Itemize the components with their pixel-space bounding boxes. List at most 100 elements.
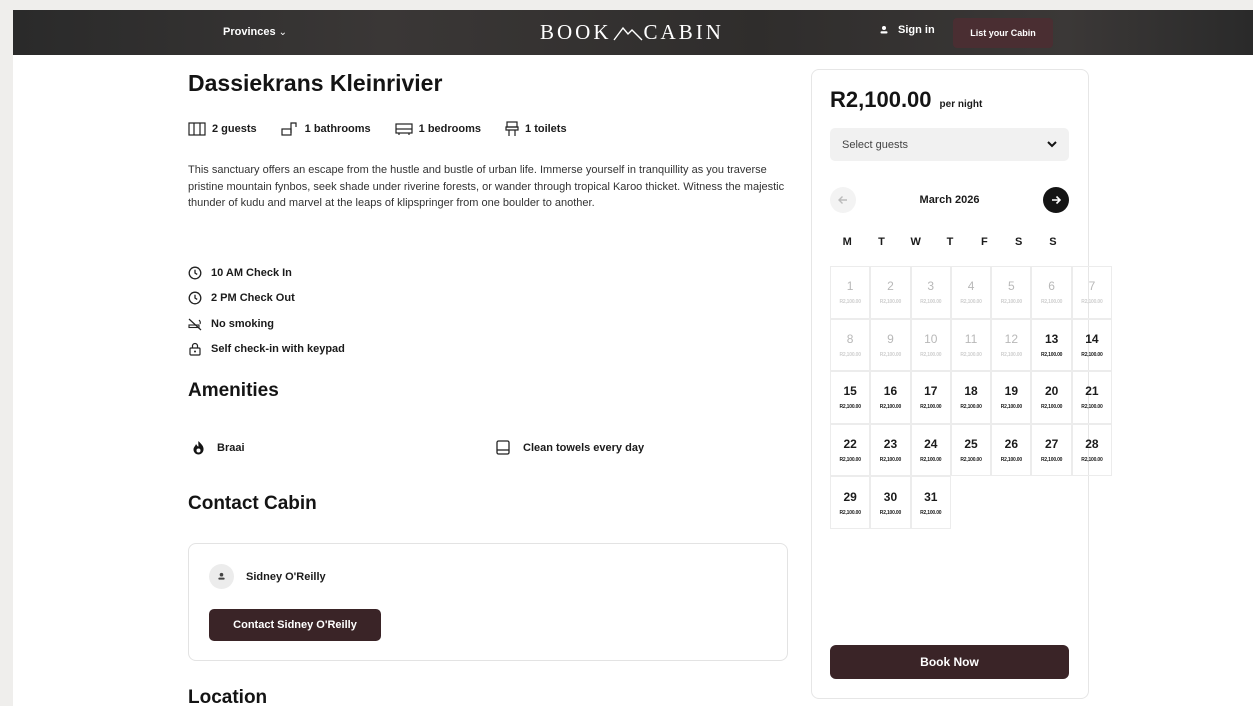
calendar-day-number: 13 xyxy=(1044,331,1059,346)
brand-logo[interactable]: BOOK CABIN xyxy=(540,20,724,45)
calendar-day[interactable]: 21 R2,100.00 xyxy=(1071,371,1113,424)
stat-bedrooms: 1 bedrooms xyxy=(395,121,481,137)
bed-icon xyxy=(395,123,413,135)
calendar-day[interactable]: 16 R2,100.00 xyxy=(870,371,911,424)
flame-icon xyxy=(193,441,204,455)
rule-check-out: 2 PM Check Out xyxy=(188,286,345,312)
guests-select[interactable]: Select guests xyxy=(830,128,1069,161)
calendar-day[interactable]: 25 R2,100.00 xyxy=(950,423,992,477)
calendar-day-number: 9 xyxy=(887,331,894,346)
stat-bathrooms: 1 bathrooms xyxy=(281,121,371,137)
calendar-day: 8 R2,100.00 xyxy=(830,318,871,372)
calendar-weekdays: M T W T F S S xyxy=(830,236,1070,248)
calendar-day-price: R2,100.00 xyxy=(1081,299,1103,306)
calendar-day-price: R2,100.00 xyxy=(879,351,902,358)
amenity-braai-label: Braai xyxy=(217,441,245,454)
calendar-day[interactable]: 30 R2,100.00 xyxy=(870,476,911,529)
calendar-day-number: 18 xyxy=(964,384,978,399)
calendar-day-price: R2,100.00 xyxy=(1081,404,1103,411)
calendar-day-number: 31 xyxy=(924,489,938,504)
calendar-day-price: R2,100.00 xyxy=(1000,457,1022,464)
lock-icon xyxy=(189,343,201,356)
contact-card: Sidney O'Reilly Contact Sidney O'Reilly xyxy=(188,543,788,661)
calendar-day-price: R2,100.00 xyxy=(1000,299,1022,306)
calendar-day-number: 2 xyxy=(887,279,894,294)
weekday-label: M xyxy=(842,236,852,248)
calendar-day[interactable]: 17 R2,100.00 xyxy=(910,371,951,424)
amenities-heading: Amenities xyxy=(188,380,279,401)
house-rules: 10 AM Check In 2 PM Check Out No smoking… xyxy=(188,260,345,362)
calendar-day[interactable]: 13 R2,100.00 xyxy=(1031,318,1072,372)
calendar-day[interactable]: 27 R2,100.00 xyxy=(1031,423,1072,477)
calendar-day-number: 17 xyxy=(924,384,938,399)
calendar-day-number: 27 xyxy=(1044,437,1059,452)
weekday-label: F xyxy=(980,236,988,248)
calendar-day-number: 28 xyxy=(1085,437,1099,452)
chevron-down-icon xyxy=(1047,141,1057,148)
user-icon xyxy=(880,26,888,34)
calendar-day-price: R2,100.00 xyxy=(1000,404,1022,411)
calendar-day-price: R2,100.00 xyxy=(1040,457,1063,464)
calendar-day-price: R2,100.00 xyxy=(1040,299,1063,306)
page: Provinces ⌄ BOOK CABIN Sign in List your … xyxy=(13,10,1253,706)
calendar-day[interactable]: 23 R2,100.00 xyxy=(870,423,911,477)
contact-heading: Contact Cabin xyxy=(188,493,317,514)
calendar-day[interactable]: 15 R2,100.00 xyxy=(830,371,871,424)
calendar-day[interactable]: 24 R2,100.00 xyxy=(910,423,951,477)
stat-toilets: 1 toilets xyxy=(505,121,567,137)
calendar-day-number: 14 xyxy=(1085,331,1099,346)
next-month-button[interactable] xyxy=(1043,187,1069,213)
calendar-day-price: R2,100.00 xyxy=(920,404,942,411)
calendar-day-number: 1 xyxy=(846,279,854,294)
calendar-day-number: 7 xyxy=(1088,279,1096,294)
list-your-cabin-button[interactable]: List your Cabin xyxy=(953,18,1053,48)
calendar-day: 12 R2,100.00 xyxy=(991,318,1032,372)
stat-toilets-label: 1 toilets xyxy=(525,123,567,135)
logo-text-right: CABIN xyxy=(643,20,724,44)
host-name: Sidney O'Reilly xyxy=(246,570,326,583)
price-display: R2,100.00 per night xyxy=(830,87,982,113)
calendar-day[interactable]: 26 R2,100.00 xyxy=(991,423,1032,477)
calendar-day-number: 23 xyxy=(883,437,898,452)
sign-in-link[interactable]: Sign in xyxy=(879,24,935,36)
amenity-braai: Braai xyxy=(192,440,245,455)
contact-host-button[interactable]: Contact Sidney O'Reilly xyxy=(209,609,381,641)
calendar-day-number: 11 xyxy=(964,331,978,346)
calendar-day[interactable]: 29 R2,100.00 xyxy=(830,476,871,529)
calendar-day[interactable]: 18 R2,100.00 xyxy=(950,371,992,424)
provinces-menu[interactable]: Provinces ⌄ xyxy=(223,26,287,38)
rule-no-smoking-label: No smoking xyxy=(211,317,274,330)
booking-card: R2,100.00 per night Select guests March … xyxy=(811,69,1113,699)
calendar-day[interactable]: 31 R2,100.00 xyxy=(910,476,951,529)
calendar-day-price: R2,100.00 xyxy=(1040,351,1063,358)
logo-text-left: BOOK xyxy=(540,20,612,44)
weekday-label: S xyxy=(1014,236,1023,248)
calendar-day-price: R2,100.00 xyxy=(920,299,942,306)
weekday-label: W xyxy=(910,236,921,248)
calendar-day-price: R2,100.00 xyxy=(960,404,982,411)
calendar-day-number: 24 xyxy=(924,437,938,452)
toilet-icon xyxy=(505,121,519,136)
stat-bedrooms-label: 1 bedrooms xyxy=(418,123,482,135)
calendar-day-price: R2,100.00 xyxy=(1000,351,1022,358)
calendar-day-price: R2,100.00 xyxy=(960,299,982,306)
calendar-day[interactable]: 20 R2,100.00 xyxy=(1031,371,1072,424)
calendar-day-number: 15 xyxy=(843,384,857,399)
calendar-day-number: 26 xyxy=(1004,437,1019,452)
calendar-day: 11 R2,100.00 xyxy=(950,318,992,372)
calendar-day: 6 R2,100.00 xyxy=(1031,266,1072,319)
calendar-day[interactable]: 22 R2,100.00 xyxy=(830,423,871,477)
book-now-button[interactable]: Book Now xyxy=(830,645,1069,679)
top-nav-bar: Provinces ⌄ BOOK CABIN Sign in List your … xyxy=(13,10,1253,55)
calendar-day-number: 5 xyxy=(1007,279,1015,294)
rule-check-out-label: 2 PM Check Out xyxy=(211,292,295,305)
avatar xyxy=(209,564,234,589)
calendar-day: 4 R2,100.00 xyxy=(950,266,992,319)
calendar-day[interactable]: 19 R2,100.00 xyxy=(991,371,1032,424)
calendar-day[interactable]: 28 R2,100.00 xyxy=(1071,423,1113,477)
calendar-day-price: R2,100.00 xyxy=(1081,457,1103,464)
calendar-day-number: 19 xyxy=(1004,384,1019,399)
calendar-day-number: 16 xyxy=(883,384,898,399)
calendar-day[interactable]: 14 R2,100.00 xyxy=(1071,318,1113,372)
calendar-header: March 2026 xyxy=(830,187,1069,213)
